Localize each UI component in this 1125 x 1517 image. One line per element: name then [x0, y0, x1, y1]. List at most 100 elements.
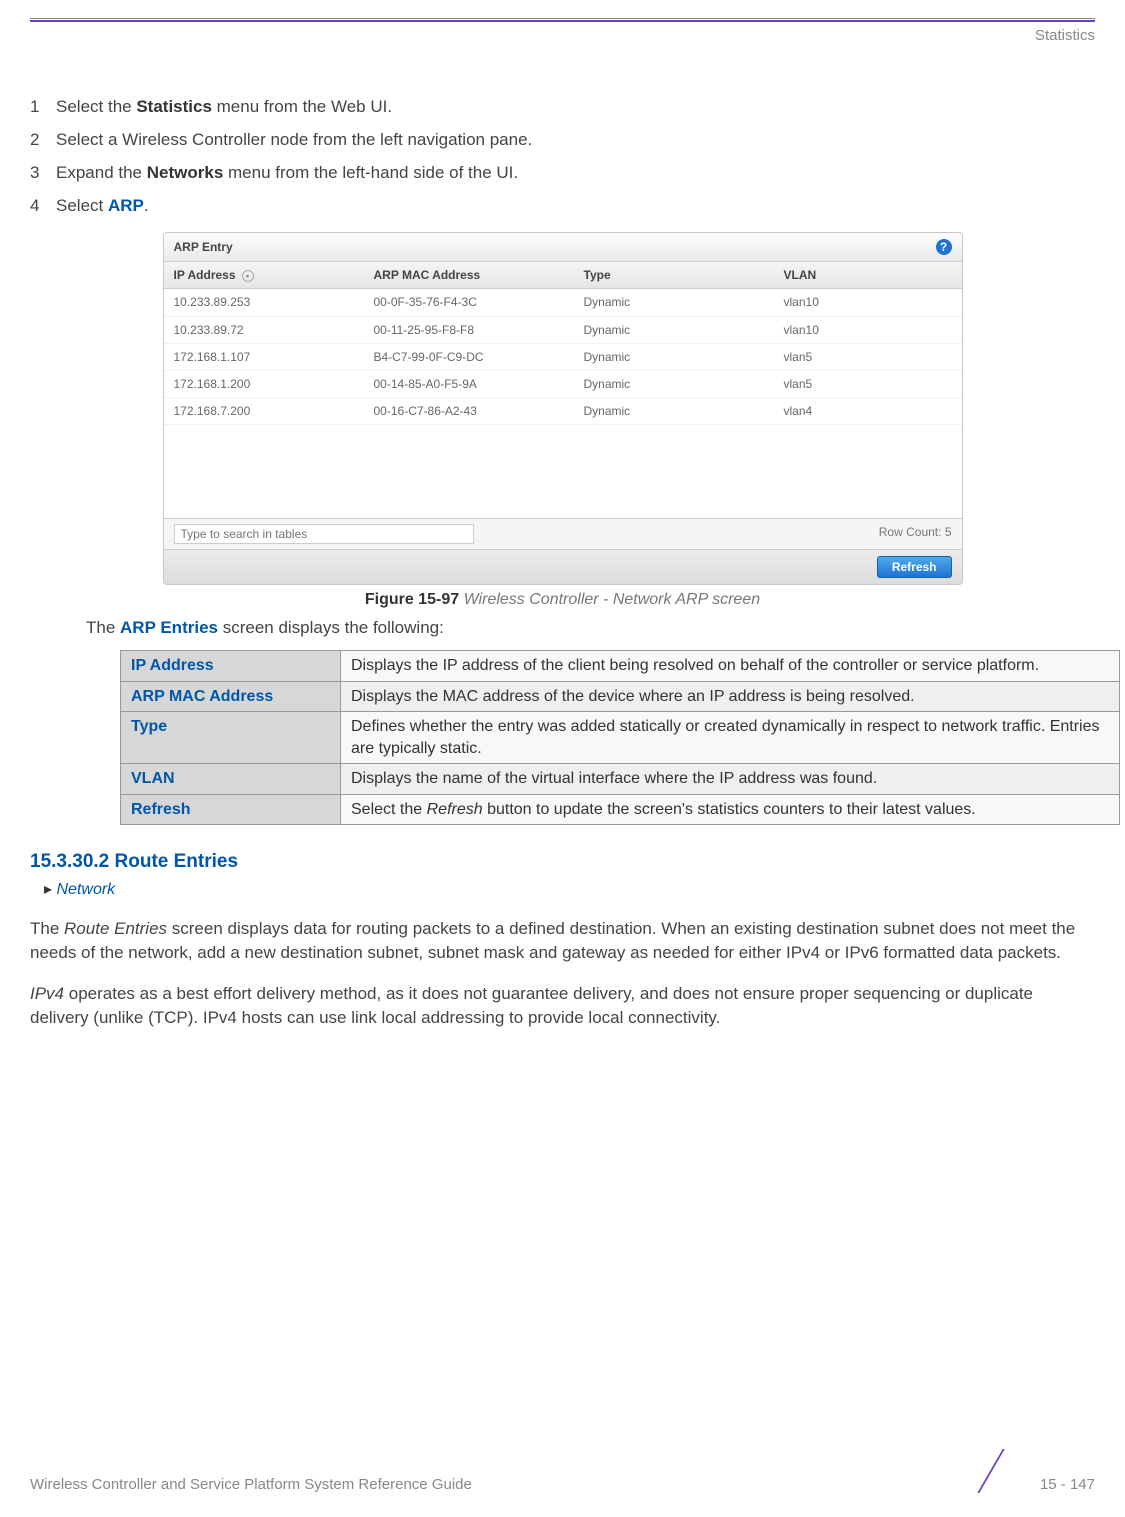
- desc-row: VLAN Displays the name of the virtual in…: [121, 764, 1120, 795]
- step-bold: Statistics: [136, 97, 212, 116]
- table-row[interactable]: 10.233.89.72 00-11-25-95-F8-F8 Dynamic v…: [164, 317, 962, 344]
- table-header: IP Address • ARP MAC Address Type VLAN: [164, 262, 962, 289]
- desc-term: Type: [121, 712, 341, 764]
- desc-def-post: button to update the screen's statistics…: [483, 801, 976, 818]
- row-count: Row Count: 5: [879, 524, 952, 544]
- step-text: menu from the Web UI.: [212, 97, 392, 116]
- intro-bold: ARP Entries: [120, 618, 218, 637]
- figure-label: Figure 15-97: [365, 591, 459, 608]
- desc-row: ARP MAC Address Displays the MAC address…: [121, 681, 1120, 712]
- cell-vlan: vlan4: [774, 398, 962, 424]
- cell-ip: 10.233.89.72: [164, 317, 364, 343]
- cell-mac: 00-16-C7-86-A2-43: [364, 398, 574, 424]
- page-header: Statistics: [30, 26, 1095, 46]
- step-num: 4: [30, 195, 56, 218]
- figure-caption-text: Wireless Controller - Network ARP screen: [464, 591, 761, 608]
- intro-line: The ARP Entries screen displays the foll…: [86, 617, 1095, 640]
- intro-post: screen displays the following:: [218, 618, 444, 637]
- table-search-input[interactable]: [174, 524, 474, 544]
- para-em: Route Entries: [64, 919, 167, 938]
- step-num: 3: [30, 162, 56, 185]
- col-ip[interactable]: IP Address •: [164, 262, 364, 288]
- sort-icon[interactable]: •: [242, 270, 254, 282]
- row-count-value: 5: [945, 525, 952, 539]
- table-footer: Row Count: 5: [164, 519, 962, 550]
- cell-ip: 172.168.7.200: [164, 398, 364, 424]
- para-em: IPv4: [30, 984, 64, 1003]
- desc-def: Displays the name of the virtual interfa…: [341, 764, 1120, 795]
- step-bold: Networks: [147, 163, 224, 182]
- cell-mac: 00-14-85-A0-F5-9A: [364, 371, 574, 397]
- top-rule: [30, 18, 1095, 22]
- table-row[interactable]: 172.168.1.200 00-14-85-A0-F5-9A Dynamic …: [164, 371, 962, 398]
- cell-type: Dynamic: [574, 371, 774, 397]
- intro-pre: The: [86, 618, 120, 637]
- desc-def-pre: Select the: [351, 801, 427, 818]
- cell-vlan: vlan10: [774, 289, 962, 315]
- desc-term: ARP MAC Address: [121, 681, 341, 712]
- step-1: 1 Select the Statistics menu from the We…: [30, 96, 1095, 119]
- breadcrumb[interactable]: Network: [44, 879, 1095, 901]
- arp-entry-screenshot: ARP Entry ? IP Address • ARP MAC Address …: [163, 232, 963, 585]
- table-row[interactable]: 172.168.1.107 B4-C7-99-0F-C9-DC Dynamic …: [164, 344, 962, 371]
- steps-list: 1 Select the Statistics menu from the We…: [30, 96, 1095, 218]
- step-text: Select: [56, 196, 108, 215]
- col-vlan[interactable]: VLAN: [774, 262, 962, 288]
- cell-vlan: vlan5: [774, 371, 962, 397]
- table-body: 10.233.89.253 00-0F-35-76-F4-3C Dynamic …: [164, 289, 962, 519]
- desc-def: Displays the MAC address of the device w…: [341, 681, 1120, 712]
- footer-page-number: 15 - 147: [1040, 1475, 1095, 1495]
- footer-guide-title: Wireless Controller and Service Platform…: [30, 1475, 472, 1495]
- cell-ip: 172.168.1.107: [164, 344, 364, 370]
- desc-row: IP Address Displays the IP address of th…: [121, 650, 1120, 681]
- cell-type: Dynamic: [574, 317, 774, 343]
- step-text: Select the: [56, 97, 136, 116]
- cell-ip: 10.233.89.253: [164, 289, 364, 315]
- para-text: operates as a best effort delivery metho…: [30, 984, 1033, 1027]
- table-row[interactable]: 10.233.89.253 00-0F-35-76-F4-3C Dynamic …: [164, 289, 962, 316]
- desc-def: Displays the IP address of the client be…: [341, 650, 1120, 681]
- cell-mac: B4-C7-99-0F-C9-DC: [364, 344, 574, 370]
- desc-term: IP Address: [121, 650, 341, 681]
- help-icon[interactable]: ?: [936, 239, 952, 255]
- step-2: 2 Select a Wireless Controller node from…: [30, 129, 1095, 152]
- cell-vlan: vlan5: [774, 344, 962, 370]
- col-mac[interactable]: ARP MAC Address: [364, 262, 574, 288]
- col-type[interactable]: Type: [574, 262, 774, 288]
- panel-title: ARP Entry: [174, 239, 233, 255]
- figure-caption: Figure 15-97 Wireless Controller - Netwo…: [30, 589, 1095, 611]
- col-ip-label: IP Address: [174, 268, 236, 282]
- cell-ip: 172.168.1.200: [164, 371, 364, 397]
- footer-slash-icon: [980, 1455, 1030, 1495]
- desc-row: Refresh Select the Refresh button to upd…: [121, 794, 1120, 825]
- step-text: menu from the left-hand side of the UI.: [223, 163, 518, 182]
- desc-term: Refresh: [121, 794, 341, 825]
- desc-def: Select the Refresh button to update the …: [341, 794, 1120, 825]
- step-text: Expand the: [56, 163, 147, 182]
- desc-def: Defines whether the entry was added stat…: [341, 712, 1120, 764]
- cell-mac: 00-11-25-95-F8-F8: [364, 317, 574, 343]
- refresh-button[interactable]: Refresh: [877, 556, 952, 578]
- panel-action-bar: Refresh: [164, 550, 962, 584]
- step-num: 2: [30, 129, 56, 152]
- cell-type: Dynamic: [574, 398, 774, 424]
- panel-title-bar: ARP Entry ?: [164, 233, 962, 262]
- step-num: 1: [30, 96, 56, 119]
- table-row[interactable]: 172.168.7.200 00-16-C7-86-A2-43 Dynamic …: [164, 398, 962, 425]
- para-text: screen displays data for routing packets…: [30, 919, 1075, 962]
- page-footer: Wireless Controller and Service Platform…: [30, 1455, 1095, 1495]
- step-text: .: [144, 196, 149, 215]
- step-bold: ARP: [108, 196, 144, 215]
- section-number: 15.3.30.2: [30, 851, 109, 872]
- section-title: Route Entries: [115, 851, 239, 872]
- cell-type: Dynamic: [574, 289, 774, 315]
- step-3: 3 Expand the Networks menu from the left…: [30, 162, 1095, 185]
- paragraph-1: The Route Entries screen displays data f…: [30, 917, 1095, 965]
- cell-vlan: vlan10: [774, 317, 962, 343]
- section-heading: 15.3.30.2 Route Entries: [30, 849, 1095, 875]
- para-text: The: [30, 919, 64, 938]
- cell-type: Dynamic: [574, 344, 774, 370]
- paragraph-2: IPv4 operates as a best effort delivery …: [30, 982, 1095, 1030]
- cell-mac: 00-0F-35-76-F4-3C: [364, 289, 574, 315]
- description-table: IP Address Displays the IP address of th…: [120, 650, 1120, 826]
